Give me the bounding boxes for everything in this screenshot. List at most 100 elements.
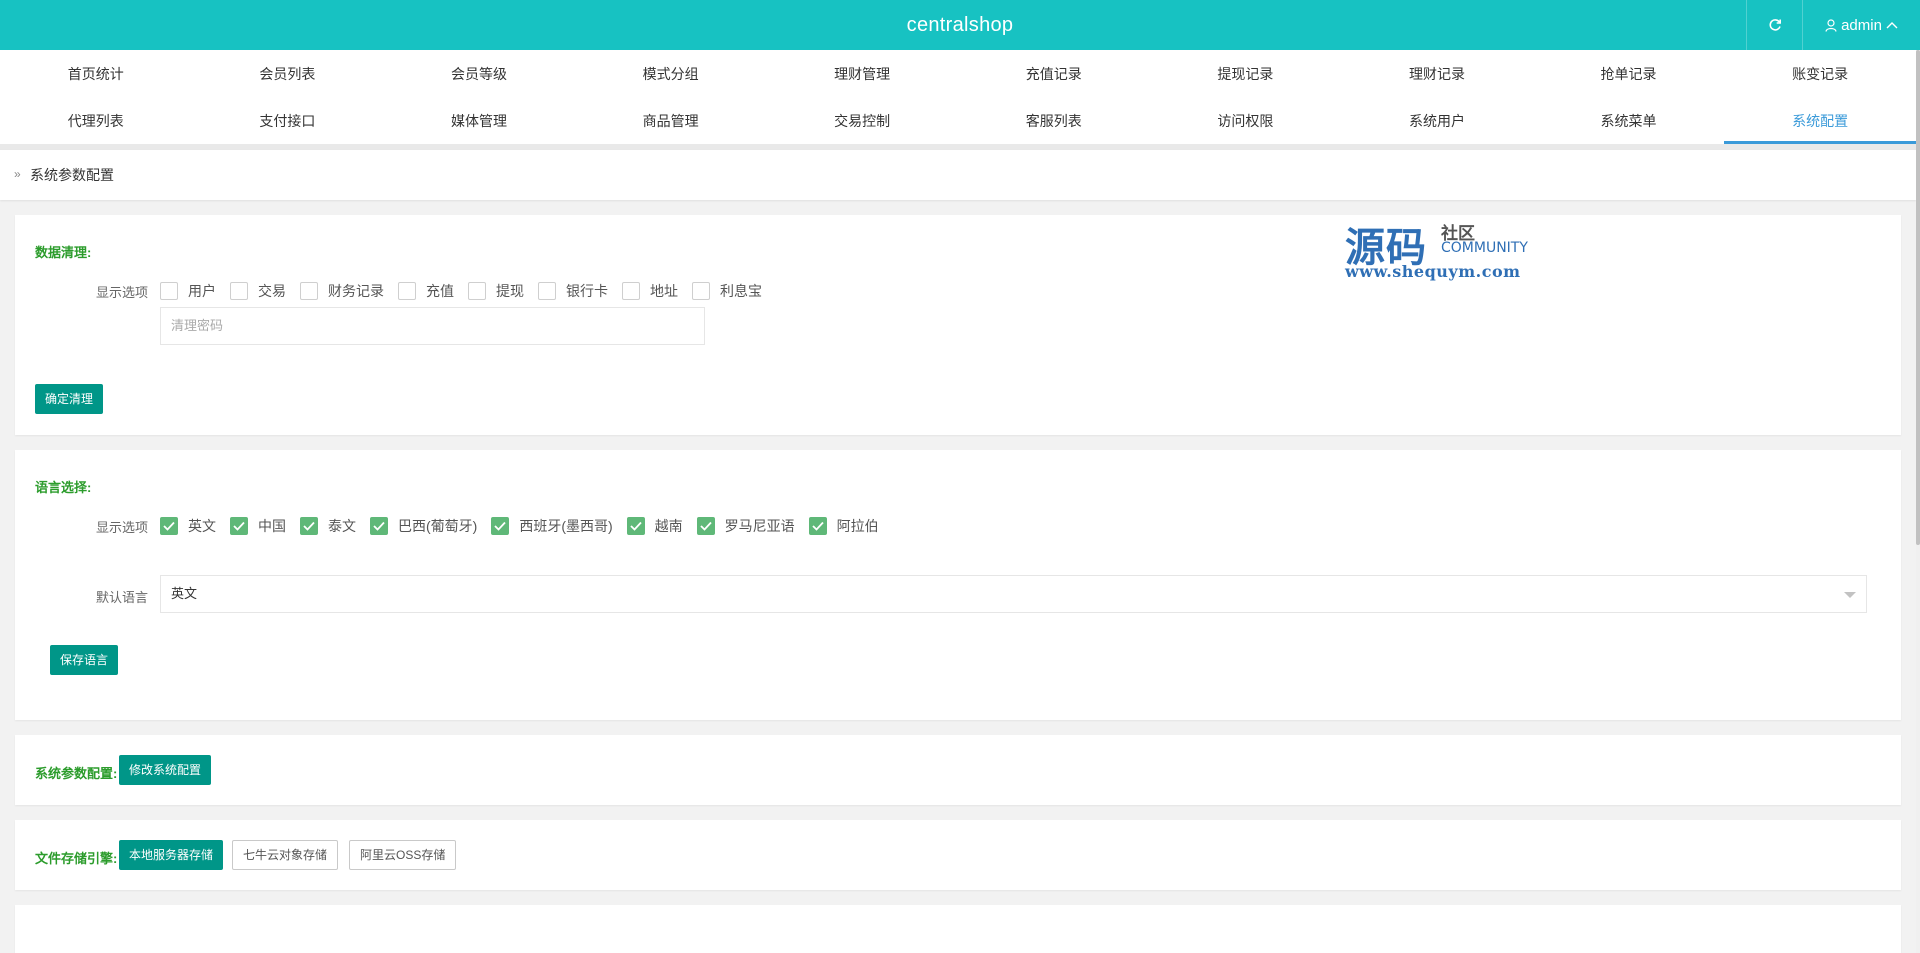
lang-option-portuguese[interactable]: 巴西(葡萄牙) [370,516,477,536]
nav-item-access-rights[interactable]: 访问权限 [1150,97,1342,144]
checkbox-checked[interactable] [160,517,178,535]
watermark-community: COMMUNITY [1441,240,1528,256]
default-language-value: 英文 [171,586,198,601]
check-icon [303,521,315,531]
language-options: 英文 中国 泰文 巴西(葡萄牙) 西班牙(墨西哥) 越南 罗马尼亚语 阿拉伯 [160,516,893,536]
storage-card: 文件存储引擎: 本地服务器存储 七牛云对象存储 阿里云OSS存储 [15,820,1901,890]
system-params-card: 系统参数配置: 修改系统配置 [15,735,1901,805]
check-icon [233,521,245,531]
clean-password-input[interactable]: 清理密码 [160,307,705,345]
nav-row-2: 代理列表 支付接口 媒体管理 商品管理 交易控制 客服列表 访问权限 系统用户 … [0,97,1916,144]
breadcrumb-text: 系统参数配置 [30,167,114,183]
check-icon [812,521,824,531]
system-params-title: 系统参数配置: [35,766,118,781]
checkbox[interactable] [468,282,486,300]
lang-option-arabic[interactable]: 阿拉伯 [808,516,879,536]
chevron-up-icon [1886,22,1898,29]
storage-title: 文件存储引擎: [35,851,118,866]
nav-item-payment-api[interactable]: 支付接口 [192,97,384,144]
clean-option-bank-card[interactable]: 银行卡 [538,281,608,301]
storage-qiniu-button[interactable]: 七牛云对象存储 [232,840,339,870]
check-icon [630,521,642,531]
nav-item-grab-records[interactable]: 抢单记录 [1533,50,1725,97]
default-language-label: 默认语言 [96,590,149,605]
checkbox[interactable] [230,282,248,300]
edit-system-config-button[interactable]: 修改系统配置 [119,755,212,785]
lang-option-chinese[interactable]: 中国 [230,516,286,536]
checkbox[interactable] [160,282,178,300]
check-icon [700,521,712,531]
clean-option-address[interactable]: 地址 [622,281,678,301]
option-label: 充值 [426,283,454,299]
user-menu[interactable]: admin [1802,0,1920,50]
refresh-button[interactable] [1746,0,1802,50]
nav-item-member-level[interactable]: 会员等级 [383,50,575,97]
confirm-clean-button[interactable]: 确定清理 [35,384,104,414]
refresh-icon [1768,19,1781,31]
nav-item-home-stats[interactable]: 首页统计 [0,50,192,97]
checkbox-checked[interactable] [491,517,510,535]
page-scrollbar[interactable] [1916,50,1920,953]
language-options-label: 显示选项 [96,520,149,535]
clean-option-interest[interactable]: 利息宝 [692,281,762,301]
next-card [15,905,1901,953]
main-nav: 首页统计 会员列表 会员等级 模式分组 理财管理 充值记录 提现记录 理财记录 … [0,50,1916,144]
nav-item-mode-group[interactable]: 模式分组 [575,50,767,97]
lang-option-vietnamese[interactable]: 越南 [626,516,683,536]
checkbox[interactable] [538,282,556,300]
nav-item-finance-records[interactable]: 理财记录 [1341,50,1533,97]
clean-option-finance[interactable]: 财务记录 [300,281,384,301]
checkbox-checked[interactable] [370,517,388,535]
clean-option-users[interactable]: 用户 [160,281,216,301]
nav-item-recharge-records[interactable]: 充值记录 [958,50,1150,97]
checkbox-checked[interactable] [696,517,715,535]
top-bar: centralshop admin [0,0,1920,50]
option-label: 利息宝 [720,283,762,299]
checkbox-checked[interactable] [300,517,318,535]
language-title: 语言选择: [35,480,92,495]
nav-item-system-users[interactable]: 系统用户 [1341,97,1533,144]
check-icon [373,521,385,531]
checkbox-checked[interactable] [230,517,248,535]
option-label: 交易 [258,283,286,299]
checkbox[interactable] [398,282,416,300]
scrollbar-thumb[interactable] [1916,50,1920,545]
nav-item-member-list[interactable]: 会员列表 [192,50,384,97]
storage-aliyun-oss-button[interactable]: 阿里云OSS存储 [349,840,457,870]
clean-option-trades[interactable]: 交易 [230,281,286,301]
lang-option-spanish[interactable]: 西班牙(墨西哥) [491,516,613,536]
user-icon [1825,18,1837,32]
nav-item-system-config[interactable]: 系统配置 [1724,97,1916,144]
nav-item-withdraw-records[interactable]: 提现记录 [1150,50,1342,97]
checkbox-checked[interactable] [808,517,827,535]
data-clean-card: 数据清理: 显示选项 用户 交易 财务记录 充值 提现 银行卡 地址 利息宝 清… [15,215,1901,435]
watermark-logo: 源码 社区 COMMUNITY www.shequym.com [1345,215,1575,285]
chevron-down-icon [1844,592,1856,598]
option-label: 英文 [188,518,216,534]
nav-item-trade-control[interactable]: 交易控制 [766,97,958,144]
nav-item-service-list[interactable]: 客服列表 [958,97,1150,144]
nav-item-goods-manage[interactable]: 商品管理 [575,97,767,144]
default-language-select[interactable]: 英文 [160,575,1867,613]
nav-item-system-menu[interactable]: 系统菜单 [1533,97,1725,144]
nav-item-agent-list[interactable]: 代理列表 [0,97,192,144]
lang-option-english[interactable]: 英文 [160,516,216,536]
option-label: 用户 [188,283,216,299]
nav-item-balance-records[interactable]: 账变记录 [1724,50,1916,97]
save-language-button[interactable]: 保存语言 [50,645,119,675]
checkbox[interactable] [622,282,640,300]
clean-option-withdraw[interactable]: 提现 [468,281,524,301]
option-label: 巴西(葡萄牙) [398,518,478,534]
lang-option-thai[interactable]: 泰文 [300,516,356,536]
clean-option-recharge[interactable]: 充值 [398,281,454,301]
storage-local-button[interactable]: 本地服务器存储 [119,840,224,870]
nav-item-media-manage[interactable]: 媒体管理 [383,97,575,144]
double-chevron-right-icon: » [14,167,21,181]
nav-item-finance-manage[interactable]: 理财管理 [766,50,958,97]
lang-option-romanian[interactable]: 罗马尼亚语 [696,516,795,536]
checkbox-checked[interactable] [626,517,645,535]
option-label: 西班牙(墨西哥) [519,518,613,534]
option-label: 提现 [496,283,524,299]
checkbox[interactable] [300,282,318,300]
checkbox[interactable] [692,282,710,300]
